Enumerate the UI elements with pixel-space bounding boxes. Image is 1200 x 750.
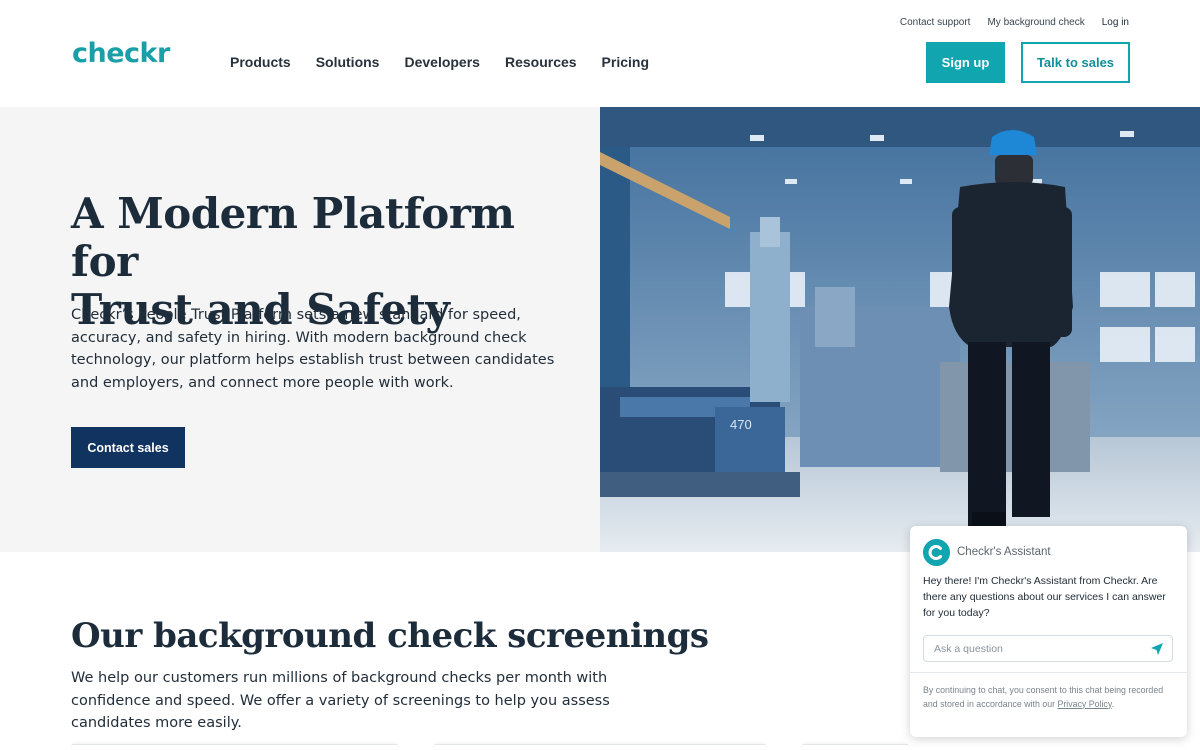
talk-to-sales-button[interactable]: Talk to sales [1021,42,1130,83]
screening-card[interactable] [435,744,765,750]
contact-sales-button[interactable]: Contact sales [71,427,185,468]
screening-card[interactable] [72,744,397,750]
privacy-policy-link[interactable]: Privacy Policy [1057,699,1111,709]
main-nav: Products Solutions Developers Resources … [230,54,649,70]
send-icon[interactable] [1150,642,1164,656]
screenings-description: We help our customers run millions of ba… [71,670,610,731]
consent-text: By continuing to chat, you consent to th… [923,685,1164,709]
checkr-assistant-avatar-icon [923,539,950,566]
nav-products[interactable]: Products [230,54,291,70]
nav-pricing[interactable]: Pricing [602,54,649,70]
sign-up-button[interactable]: Sign up [926,42,1005,83]
screening-card[interactable] [803,744,908,750]
nav-developers[interactable]: Developers [404,54,479,70]
my-background-check-link[interactable]: My background check [987,17,1084,28]
machine-number-label: 470 [730,417,752,432]
consent-text-end: . [1111,698,1115,709]
assistant-name: Checkr's Assistant [957,546,1051,558]
chat-consent-footer: By continuing to chat, you consent to th… [910,672,1187,737]
checkr-logo[interactable]: checkr [72,38,170,69]
factory-worker-illustration: 470 [600,107,1200,552]
contact-support-link[interactable]: Contact support [900,17,971,28]
screenings-title: Our background check screenings [71,616,709,656]
assistant-message: Hey there! I'm Checkr's Assistant from C… [923,575,1166,619]
chat-widget: Checkr's Assistant Hey there! I'm Checkr… [910,526,1187,737]
hero-description: Checkr’s People Trust Platform sets a ne… [71,307,555,391]
log-in-link[interactable]: Log in [1102,17,1129,28]
hero-factory-image: 470 [600,107,1200,552]
nav-resources[interactable]: Resources [505,54,577,70]
hero-title-line-1: A Modern Platform for [71,189,515,286]
chat-input-placeholder: Ask a question [934,642,1003,655]
utility-nav: Contact support My background check Log … [900,17,1129,28]
chat-input[interactable]: Ask a question [923,635,1173,662]
nav-solutions[interactable]: Solutions [316,54,380,70]
